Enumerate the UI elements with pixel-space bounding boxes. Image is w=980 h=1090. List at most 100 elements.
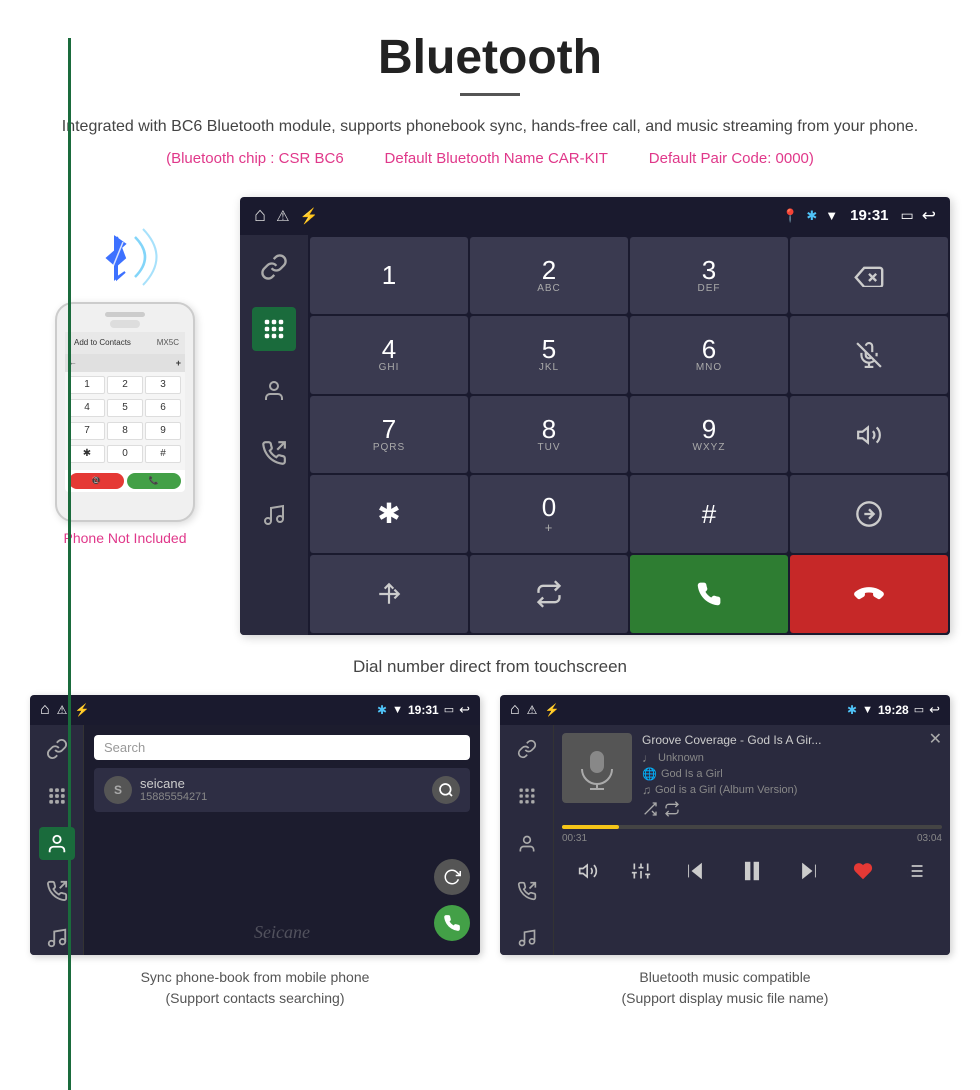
music-body: ✕ Groove bbox=[500, 725, 950, 955]
mu-music-active-icon[interactable] bbox=[509, 921, 545, 954]
music-progress-times: 00:31 03:04 bbox=[562, 833, 942, 844]
bluetooth-waves bbox=[75, 217, 175, 297]
phone-screen: Add to Contacts MX5C ← + 1 2 3 4 5 6 7 8… bbox=[65, 332, 185, 492]
music-globe-icon: 🌐 bbox=[642, 767, 657, 781]
music-playlist-btn[interactable] bbox=[901, 857, 929, 890]
dial-btn-8[interactable]: 8 TUV bbox=[470, 396, 628, 474]
sidebar-icon-link[interactable] bbox=[252, 245, 296, 289]
music-header: Groove Coverage - God Is A Gir... ♩ Unkn… bbox=[562, 733, 942, 817]
dial-btn-end-call[interactable] bbox=[790, 555, 948, 633]
car-sidebar bbox=[240, 235, 308, 635]
sidebar-icon-dialpad[interactable] bbox=[252, 307, 296, 351]
repeat-icon[interactable] bbox=[664, 801, 680, 817]
dial-btn-call[interactable] bbox=[630, 555, 788, 633]
dial-btn-6[interactable]: 6 MNO bbox=[630, 316, 788, 394]
signal-icon: ▼ bbox=[825, 208, 838, 223]
sidebar-icon-music[interactable] bbox=[252, 493, 296, 537]
sidebar-icon-contacts[interactable] bbox=[252, 369, 296, 413]
dial-btn-2[interactable]: 2 ABC bbox=[470, 237, 628, 315]
contact-row[interactable]: S seicane 15885554271 bbox=[94, 768, 470, 812]
dial-btn-7[interactable]: 7 PQRS bbox=[310, 396, 468, 474]
music-eq-btn[interactable] bbox=[627, 857, 655, 890]
music-prev-btn[interactable] bbox=[680, 856, 710, 891]
phone-screen-top: Add to Contacts MX5C bbox=[65, 332, 185, 354]
phonebook-screen: ⌂ ⚠ ⚡ ✱ ▼ 19:31 ▭ ↩ bbox=[30, 695, 480, 955]
shuffle-icon[interactable] bbox=[642, 801, 658, 817]
phonebook-refresh-btn[interactable] bbox=[434, 859, 470, 895]
phonebook-call-btn[interactable] bbox=[434, 905, 470, 941]
music-track-icon: ♫ bbox=[642, 783, 651, 797]
mu-back-icon: ↩ bbox=[929, 702, 940, 718]
music-track: ♫ God is a Girl (Album Version) bbox=[642, 783, 942, 797]
phone-dialpad: 1 2 3 4 5 6 7 8 9 ✱ 0 # bbox=[65, 372, 185, 470]
mu-dialpad-icon[interactable] bbox=[509, 780, 545, 813]
car-statusbar-right: 📍 ✱ ▼ 19:31 ▭ ↩ bbox=[782, 206, 936, 226]
music-screen: ⌂ ⚠ ⚡ ✱ ▼ 19:28 ▭ ↩ bbox=[500, 695, 950, 955]
mu-link-icon[interactable] bbox=[509, 733, 545, 766]
dial-btn-1[interactable]: 1 bbox=[310, 237, 468, 315]
dial-btn-hash[interactable]: # bbox=[630, 475, 788, 553]
phonebook-statusbar: ⌂ ⚠ ⚡ ✱ ▼ 19:31 ▭ ↩ bbox=[30, 695, 480, 725]
bluetooth-icon: ✱ bbox=[806, 208, 817, 224]
car-status-bar: ⌂ ⚠ ⚡ 📍 ✱ ▼ 19:31 ▭ ↩ bbox=[240, 197, 950, 235]
dial-btn-9[interactable]: 9 WXYZ bbox=[630, 396, 788, 474]
spec-name: Default Bluetooth Name CAR-KIT bbox=[385, 150, 608, 167]
music-next-btn[interactable] bbox=[794, 856, 824, 891]
car-dialpad-grid: 1 2 ABC 3 DEF bbox=[308, 235, 950, 635]
music-artist: ♩ Unknown bbox=[642, 751, 942, 765]
music-progress-fill bbox=[562, 825, 619, 829]
dial-btn-3[interactable]: 3 DEF bbox=[630, 237, 788, 315]
car-statusbar-left: ⌂ ⚠ ⚡ bbox=[254, 204, 318, 227]
contact-search-btn[interactable] bbox=[432, 776, 460, 804]
dial-btn-star[interactable]: ✱ bbox=[310, 475, 468, 553]
usb-icon: ⚡ bbox=[300, 207, 319, 225]
phone-action-row: 📵 📞 bbox=[65, 470, 185, 492]
header-specs: (Bluetooth chip : CSR BC6 Default Blueto… bbox=[60, 150, 920, 167]
music-album: 🌐 God Is a Girl bbox=[642, 767, 942, 781]
pb-back-icon: ↩ bbox=[459, 702, 470, 718]
music-play-btn[interactable] bbox=[735, 854, 769, 893]
sidebar-icon-call-forward[interactable] bbox=[252, 431, 296, 475]
music-time-current: 00:31 bbox=[562, 833, 587, 844]
mu-battery-icon: ▭ bbox=[914, 703, 924, 716]
music-progress-bar[interactable] bbox=[562, 825, 942, 829]
spec-chip: (Bluetooth chip : CSR BC6 bbox=[166, 150, 344, 167]
dial-btn-merge[interactable] bbox=[310, 555, 468, 633]
contact-name: seicane bbox=[140, 776, 207, 791]
car-dialpad-screen: ⌂ ⚠ ⚡ 📍 ✱ ▼ 19:31 ▭ ↩ bbox=[240, 197, 950, 635]
music-content: ✕ Groove bbox=[554, 725, 950, 955]
home-icon: ⌂ bbox=[254, 204, 266, 227]
music-close-btn[interactable]: ✕ bbox=[929, 729, 942, 749]
dial-btn-swap[interactable] bbox=[790, 475, 948, 553]
mu-contacts-icon[interactable] bbox=[509, 827, 545, 860]
phonebook-caption: Sync phone-book from mobile phone (Suppo… bbox=[141, 967, 370, 1009]
dial-btn-swap2[interactable] bbox=[470, 555, 628, 633]
dial-btn-5[interactable]: 5 JKL bbox=[470, 316, 628, 394]
contact-info: seicane 15885554271 bbox=[140, 776, 207, 803]
page-title: Bluetooth bbox=[60, 30, 920, 85]
pb-battery-icon: ▭ bbox=[444, 703, 454, 716]
header-description: Integrated with BC6 Bluetooth module, su… bbox=[60, 114, 920, 140]
dial-btn-volume[interactable] bbox=[790, 396, 948, 474]
mu-warning-icon: ⚠ bbox=[527, 703, 538, 717]
music-time-total: 03:04 bbox=[917, 833, 942, 844]
spec-code: Default Pair Code: 0000) bbox=[649, 150, 814, 167]
phonebook-content: Search S seicane 15885554271 bbox=[84, 725, 480, 955]
music-info: Groove Coverage - God Is A Gir... ♩ Unkn… bbox=[642, 733, 942, 817]
mu-callforward-icon[interactable] bbox=[509, 874, 545, 907]
dial-btn-4[interactable]: 4 GHI bbox=[310, 316, 468, 394]
music-statusbar: ⌂ ⚠ ⚡ ✱ ▼ 19:28 ▭ ↩ bbox=[500, 695, 950, 725]
car-body: 1 2 ABC 3 DEF bbox=[240, 235, 950, 635]
phone-home-btn bbox=[110, 320, 140, 328]
pb-bt-icon: ✱ bbox=[377, 703, 387, 717]
dial-btn-0[interactable]: 0 + bbox=[470, 475, 628, 553]
search-box[interactable]: Search bbox=[94, 735, 470, 760]
dial-btn-mute[interactable] bbox=[790, 316, 948, 394]
music-volume-btn[interactable] bbox=[574, 857, 602, 890]
middle-section: Add to Contacts MX5C ← + 1 2 3 4 5 6 7 8… bbox=[0, 197, 980, 635]
phone-not-included-label: Phone Not Included bbox=[64, 530, 187, 546]
music-like-btn[interactable] bbox=[849, 857, 877, 890]
dial-btn-backspace[interactable] bbox=[790, 237, 948, 315]
mu-home-icon: ⌂ bbox=[510, 701, 520, 719]
phonebook-item: ⌂ ⚠ ⚡ ✱ ▼ 19:31 ▭ ↩ bbox=[30, 695, 480, 1009]
